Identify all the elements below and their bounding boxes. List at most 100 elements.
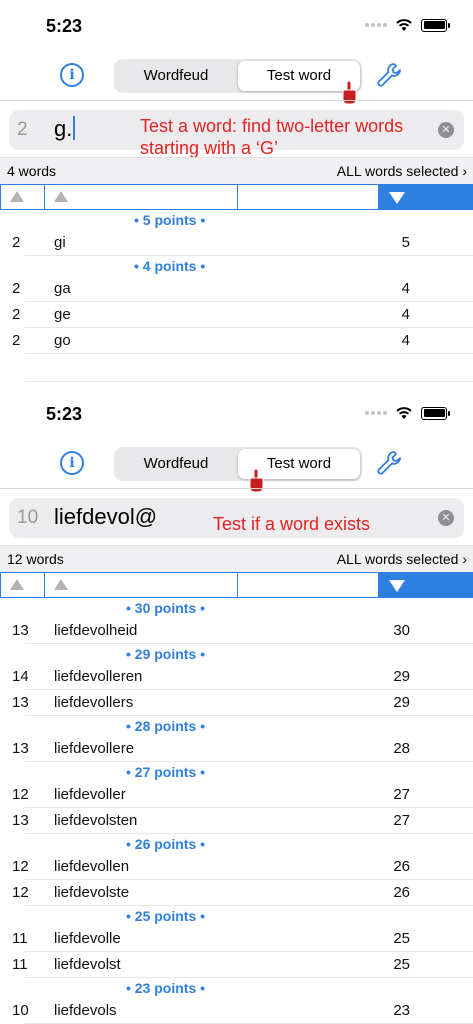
word-points: 27 <box>393 786 410 803</box>
word-row[interactable]: 11 liefdevolst 25 <box>12 952 473 978</box>
word-text: liefdevolheid <box>54 622 138 639</box>
word-points: 4 <box>401 280 410 297</box>
word-length: 10 <box>12 1002 29 1019</box>
word-text: liefdevolsten <box>54 812 138 829</box>
word-length: 2 <box>12 280 21 297</box>
word-length: 12 <box>12 858 29 875</box>
word-points: 30 <box>393 622 410 639</box>
word-count: 12 words <box>7 551 64 567</box>
search-letter-count: 2 <box>17 119 28 140</box>
clear-icon[interactable]: ✕ <box>438 510 454 526</box>
word-length: 13 <box>12 740 29 757</box>
search-value: g. <box>54 116 73 141</box>
selection-filter-link[interactable]: ALL words selected › <box>337 163 467 179</box>
word-points: 29 <box>393 668 410 685</box>
word-length: 2 <box>12 306 21 323</box>
word-points: 25 <box>393 930 410 947</box>
search-row: 10 liefdevol@ ✕ Test if a word exists <box>0 488 473 545</box>
word-length: 11 <box>12 956 28 973</box>
word-row[interactable]: 13 liefdevollere 28 <box>12 736 473 762</box>
status-icons <box>365 406 450 420</box>
word-points: 5 <box>401 234 410 251</box>
word-points: 28 <box>393 740 410 757</box>
word-text: go <box>54 332 71 349</box>
tab-wordfeud[interactable]: Wordfeud <box>116 449 236 479</box>
sort-by-points[interactable] <box>378 184 473 210</box>
results-list: • 5 points • 2 gi 5 • 4 points • 2 ga 4 2 ge 4 2 go 4 <box>0 210 473 354</box>
word-text: liefdevolst <box>54 956 121 973</box>
status-bar: 5:23 <box>0 0 473 50</box>
word-row[interactable]: 2 go 4 <box>12 328 473 354</box>
tab-wordfeud[interactable]: Wordfeud <box>116 61 236 91</box>
word-row[interactable]: 13 liefdevollers 29 <box>12 690 473 716</box>
word-text: liefdevollen <box>54 858 130 875</box>
word-row[interactable]: 13 liefdevolheid 30 <box>12 618 473 644</box>
word-row[interactable]: 11 liefdevolle 25 <box>12 926 473 952</box>
word-length: 2 <box>12 234 21 251</box>
text-caret <box>73 116 76 140</box>
screenshot-test-word-exists: 5:23 i Wordfeud Test word 10 liefdevol@ … <box>0 388 473 1024</box>
word-text: gi <box>54 234 66 251</box>
annotation-callout: Test if a word exists <box>213 514 371 534</box>
sort-by-points[interactable] <box>378 572 473 598</box>
wifi-icon <box>396 407 412 419</box>
battery-icon <box>421 406 450 420</box>
word-row[interactable]: 13 liefdevolsten 27 <box>12 808 473 834</box>
points-group-header: • 27 points • <box>126 764 206 780</box>
results-summary-bar: 12 words ALL words selected › <box>0 545 473 572</box>
sort-by-word[interactable] <box>44 572 238 598</box>
word-length: 14 <box>12 668 29 685</box>
points-group-header: • 25 points • <box>126 908 206 924</box>
word-text: ge <box>54 306 71 323</box>
word-row[interactable]: 10 liefdevols 23 <box>12 998 473 1024</box>
sort-header <box>0 184 473 210</box>
word-text: liefdevols <box>54 1002 117 1019</box>
wrench-icon[interactable] <box>374 60 404 90</box>
word-count: 4 words <box>7 163 57 179</box>
word-length: 12 <box>12 884 29 901</box>
sort-by-length[interactable] <box>0 572 45 598</box>
screenshot-test-two-letter: 5:23 i Wordfeud Test word 2 g. ✕ Test a … <box>0 0 473 383</box>
points-group-header: • 26 points • <box>126 836 206 852</box>
word-length: 13 <box>12 812 29 829</box>
word-points: 4 <box>401 332 410 349</box>
word-row[interactable]: 12 liefdevoller 27 <box>12 782 473 808</box>
status-bar: 5:23 <box>0 388 473 438</box>
word-row[interactable]: 12 liefdevollen 26 <box>12 854 473 880</box>
word-row[interactable]: 2 gi 5 <box>12 230 473 256</box>
word-text: ga <box>54 280 71 297</box>
selection-filter-link[interactable]: ALL words selected › <box>337 551 467 567</box>
results-list: • 30 points • 13 liefdevolheid 30 • 29 point… <box>0 598 473 1024</box>
mode-segmented-control: Wordfeud Test word <box>114 447 362 481</box>
sort-ascending-icon <box>54 191 68 202</box>
word-length: 13 <box>12 622 29 639</box>
word-text: liefdevolste <box>54 884 130 901</box>
sort-descending-icon <box>389 580 405 592</box>
cellular-icon <box>365 23 387 27</box>
sort-by-word[interactable] <box>44 184 238 210</box>
points-group-header: • 4 points • <box>134 258 206 274</box>
word-text: liefdevollere <box>54 740 135 757</box>
info-icon[interactable]: i <box>60 451 84 475</box>
clear-icon[interactable]: ✕ <box>438 122 454 138</box>
info-icon[interactable]: i <box>60 63 84 87</box>
word-points: 27 <box>393 812 410 829</box>
sort-by-length[interactable] <box>0 184 45 210</box>
word-row[interactable]: 14 liefdevolleren 29 <box>12 664 473 690</box>
sort-descending-icon <box>389 192 405 204</box>
sort-ascending-icon <box>54 579 68 590</box>
sort-by-other[interactable] <box>237 572 379 598</box>
results-summary-bar: 4 words ALL words selected › <box>0 157 473 184</box>
sort-by-other[interactable] <box>237 184 379 210</box>
points-group-header: • 5 points • <box>134 212 206 228</box>
battery-icon <box>421 18 450 32</box>
search-letter-count: 10 <box>17 507 39 528</box>
word-points: 23 <box>393 1002 410 1019</box>
word-row[interactable]: 12 liefdevolste 26 <box>12 880 473 906</box>
points-group-header: • 29 points • <box>126 646 206 662</box>
sort-ascending-icon <box>10 191 24 202</box>
wrench-icon[interactable] <box>374 448 404 478</box>
word-row[interactable]: 2 ga 4 <box>12 276 473 302</box>
word-row[interactable]: 2 ge 4 <box>12 302 473 328</box>
status-icons <box>365 18 450 32</box>
